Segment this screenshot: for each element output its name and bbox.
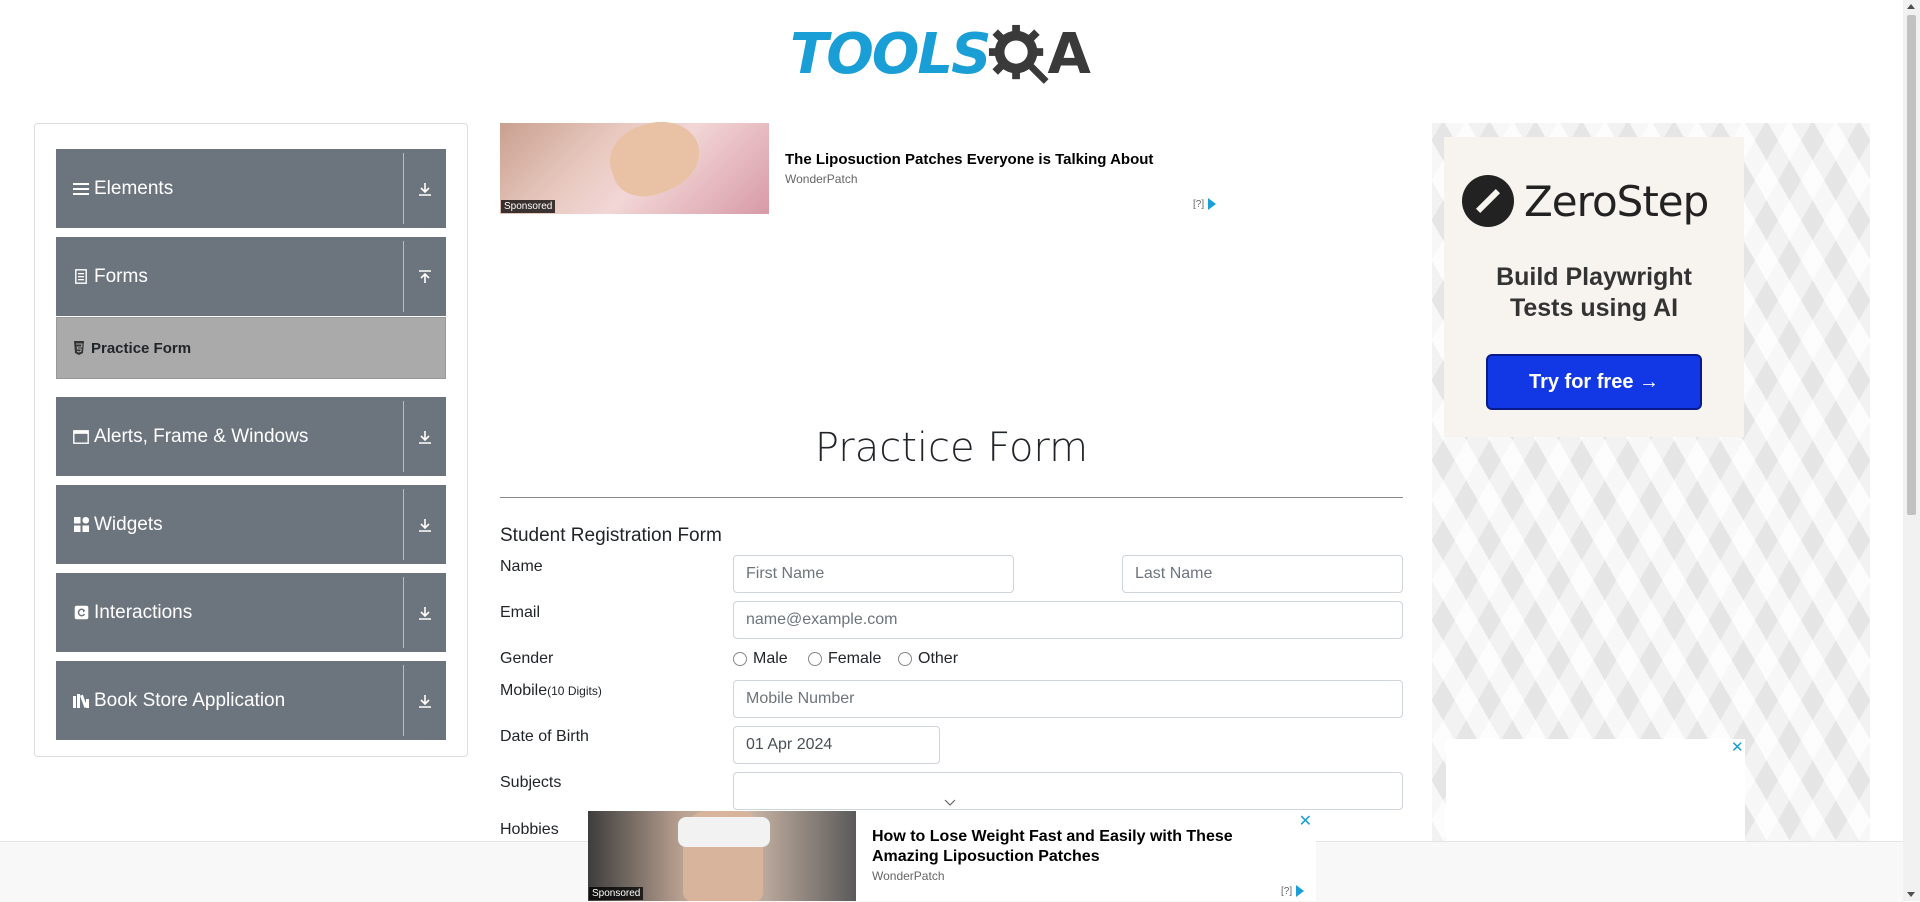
- expand-arrow-icon[interactable]: [404, 430, 446, 444]
- books-icon: [72, 692, 90, 710]
- radio-label[interactable]: Male: [753, 650, 788, 668]
- scrollbar-thumb[interactable]: [1907, 15, 1916, 515]
- expand-arrow-icon[interactable]: [404, 694, 446, 708]
- collapse-arrow-icon[interactable]: [404, 269, 446, 284]
- gender-radio-female[interactable]: Female: [808, 650, 881, 668]
- last-name-input[interactable]: [1122, 555, 1403, 593]
- form-title: Student Registration Form: [500, 525, 722, 546]
- chevron-down-icon[interactable]: [944, 799, 956, 807]
- adchoices-icon[interactable]: [1208, 198, 1217, 210]
- mobile-hint: (10 Digits): [547, 684, 602, 698]
- grid-icon: [72, 516, 90, 534]
- mobile-label: Mobile(10 Digits): [500, 682, 602, 700]
- top-banner-ad[interactable]: Sponsored The Liposuction Patches Everyo…: [500, 110, 1240, 215]
- close-ad-icon[interactable]: ✕: [1731, 738, 1744, 756]
- name-label: Name: [500, 558, 543, 575]
- date-of-birth-input[interactable]: [733, 726, 940, 764]
- sidebar-group-label: Elements: [94, 177, 174, 199]
- tagline-line-1: Build Playwright: [1496, 263, 1692, 291]
- zerostep-ad-card[interactable]: ZeroStep Build Playwright Tests using AI…: [1444, 137, 1744, 437]
- ad-help-link[interactable]: [?]: [1193, 199, 1204, 210]
- refresh-icon: [72, 604, 90, 622]
- expand-arrow-icon[interactable]: [404, 606, 446, 620]
- zerostep-brand: ZeroStep: [1524, 176, 1709, 226]
- sidebar-group-alerts[interactable]: Alerts, Frame & Windows: [56, 397, 446, 476]
- gender-label: Gender: [500, 650, 554, 667]
- subjects-input[interactable]: [733, 772, 1403, 810]
- page-title: Practice Form: [814, 425, 1089, 471]
- zerostep-logo[interactable]: ZeroStep: [1462, 175, 1709, 227]
- right-sidebar-ad[interactable]: ZeroStep Build Playwright Tests using AI…: [1432, 123, 1870, 901]
- ad-choices[interactable]: [?]: [1281, 885, 1305, 897]
- scroll-up-arrow-icon[interactable]: [1907, 4, 1915, 9]
- zerostep-tagline: Build Playwright Tests using AI: [1444, 262, 1744, 324]
- radio-circle[interactable]: [733, 652, 747, 666]
- sidebar-group-label: Alerts, Frame & Windows: [94, 425, 309, 447]
- subjects-label: Subjects: [500, 774, 562, 791]
- mobile-label-text: Mobile: [500, 682, 548, 699]
- email-label: Email: [500, 604, 541, 621]
- email-input[interactable]: [733, 601, 1403, 639]
- divider: [403, 241, 404, 312]
- close-ad-icon[interactable]: ✕: [1299, 811, 1312, 831]
- logo-text-tools: TOOLS: [790, 21, 991, 87]
- sidebar-group-label: Widgets: [94, 513, 163, 535]
- window-icon: [72, 428, 90, 446]
- radio-circle[interactable]: [808, 652, 822, 666]
- html5-icon: [74, 341, 84, 355]
- toolsqa-logo[interactable]: TOOLS A: [790, 14, 1115, 94]
- ad-title[interactable]: The Liposuction Patches Everyone is Talk…: [785, 151, 1153, 168]
- sidebar-item-label: Practice Form: [91, 339, 192, 357]
- adchoices-icon[interactable]: [1296, 885, 1305, 897]
- sidebar: Elements Forms Practice Form Alerts, Fra…: [34, 123, 468, 757]
- sidebar-group-label: Interactions: [94, 601, 193, 623]
- zerostep-mark-icon: [1462, 175, 1514, 227]
- first-name-input[interactable]: [733, 555, 1014, 593]
- bottom-banner-ad[interactable]: Sponsored How to Lose Weight Fast and Ea…: [588, 811, 1316, 901]
- expand-arrow-icon[interactable]: [404, 182, 446, 196]
- tagline-line-2: Tests using AI: [1509, 294, 1679, 322]
- gear-magnifier-icon: [989, 24, 1050, 84]
- hobbies-label: Hobbies: [500, 821, 559, 838]
- scroll-down-arrow-icon[interactable]: [1907, 892, 1915, 897]
- sponsored-label: Sponsored: [589, 887, 644, 900]
- divider: [403, 665, 404, 736]
- sidebar-group-label: Forms: [94, 265, 148, 287]
- sidebar-item-practice-form[interactable]: Practice Form: [56, 317, 446, 379]
- radio-circle[interactable]: [898, 652, 912, 666]
- title-divider: [500, 497, 1403, 498]
- try-for-free-button[interactable]: Try for free →: [1486, 354, 1702, 410]
- expand-arrow-icon[interactable]: [404, 518, 446, 532]
- mobile-input[interactable]: [733, 680, 1403, 718]
- sidebar-group-book-store[interactable]: Book Store Application: [56, 661, 446, 740]
- divider: [403, 153, 404, 224]
- sidebar-group-elements[interactable]: Elements: [56, 149, 446, 228]
- divider: [403, 577, 404, 648]
- gender-radio-other[interactable]: Other: [898, 650, 958, 668]
- ad-help-link[interactable]: [?]: [1281, 886, 1292, 897]
- divider: [403, 401, 404, 472]
- ad-image-top: [678, 817, 770, 847]
- ad-image[interactable]: Sponsored: [588, 811, 856, 901]
- divider: [403, 489, 404, 560]
- sidebar-group-label: Book Store Application: [94, 689, 286, 711]
- document-icon: [72, 268, 90, 286]
- logo-text-a: A: [1047, 21, 1091, 87]
- ad-source[interactable]: WonderPatch: [785, 172, 858, 186]
- ad-source[interactable]: WonderPatch: [872, 869, 945, 883]
- sidebar-group-forms[interactable]: Forms: [56, 237, 446, 316]
- gender-radio-male[interactable]: Male: [733, 650, 788, 668]
- sidebar-group-widgets[interactable]: Widgets: [56, 485, 446, 564]
- vertical-scrollbar[interactable]: [1903, 0, 1920, 901]
- ad-image[interactable]: Sponsored: [500, 110, 769, 214]
- sidebar-group-interactions[interactable]: Interactions: [56, 573, 446, 652]
- radio-label[interactable]: Other: [918, 650, 958, 668]
- dob-label: Date of Birth: [500, 728, 589, 745]
- ad-choices[interactable]: [?]: [1193, 198, 1217, 210]
- ad-image-hand: [601, 110, 709, 206]
- ad-title[interactable]: How to Lose Weight Fast and Easily with …: [872, 827, 1302, 867]
- radio-label[interactable]: Female: [828, 650, 881, 668]
- hamburger-icon: [72, 180, 90, 198]
- sponsored-label: Sponsored: [501, 200, 556, 213]
